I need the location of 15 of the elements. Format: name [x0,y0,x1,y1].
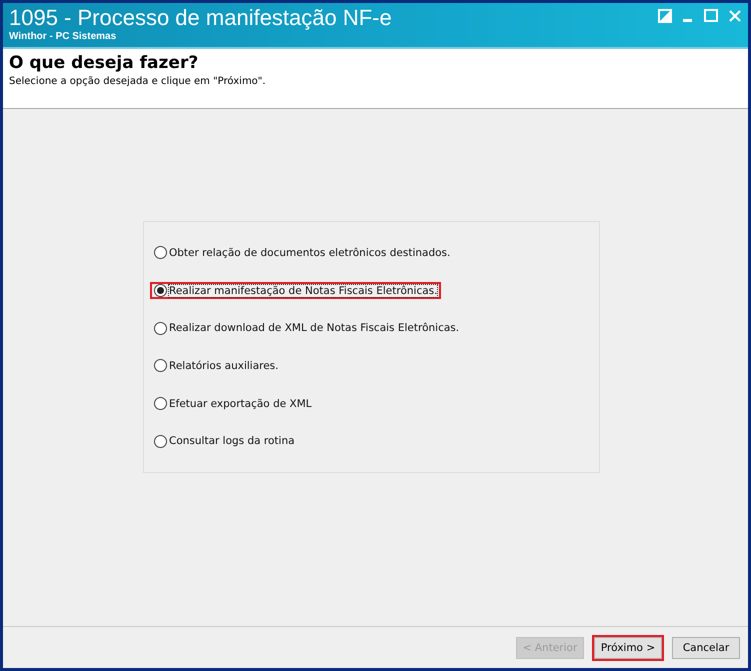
radio-option[interactable]: Efetuar exportação de XML [150,394,316,412]
radio-option[interactable]: Relatórios auxiliares. [150,357,282,375]
page-heading: O que deseja fazer? [9,53,200,73]
wizard-button[interactable]: Cancelar [672,636,740,658]
radio-option[interactable]: Realizar download de XML de Notas Fiscais Eletrônicas. [150,319,464,338]
wizard-button[interactable]: Próximo > [594,636,662,658]
close-icon[interactable] [728,9,742,23]
window-title: 1095 - Processo de manifestação NF-e [9,5,392,31]
maximize-icon[interactable] [704,9,718,23]
window-subtitle: Winthor - PC Sistemas [9,31,118,42]
radio-option[interactable]: Realizar manifestação de Notas Fiscais Eletrônicas. [150,282,442,300]
restore-icon[interactable] [658,9,672,23]
radio-option[interactable]: Obter relação de documentos eletrônicos destinados. [150,244,454,262]
radio-option[interactable]: Consultar logs da rotina [150,432,299,450]
instruction-text: Selecione a opção desejada e clique em "Próximo". [9,76,267,87]
